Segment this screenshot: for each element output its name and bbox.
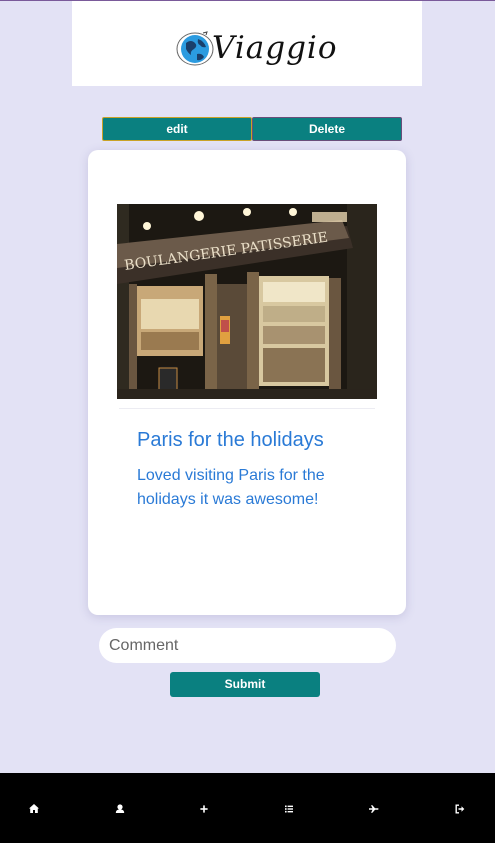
card-divider [119, 408, 375, 409]
delete-button[interactable]: Delete [252, 117, 402, 141]
logout-icon [455, 804, 465, 814]
comment-input[interactable] [99, 628, 396, 663]
home-icon [29, 804, 39, 813]
user-icon [115, 804, 125, 813]
post-photo: BOULANGERIE PATISSERIE [117, 204, 377, 399]
app-logo[interactable]: Viaggio [176, 28, 337, 76]
brand-name: Viaggio [212, 30, 338, 66]
post-title: Paris for the holidays [137, 429, 324, 451]
nav-home[interactable] [24, 799, 44, 819]
post-body: Loved visiting Paris for the holidays it… [137, 467, 325, 508]
nav-logout[interactable] [450, 799, 470, 819]
nav-trips[interactable] [364, 799, 384, 819]
submit-button[interactable]: Submit [170, 672, 320, 697]
nav-profile[interactable] [110, 799, 130, 819]
list-icon [285, 805, 293, 813]
nav-list[interactable] [279, 799, 299, 819]
post-card: BOULANGERIE PATISSERIE Paris for the hol… [88, 150, 406, 615]
nav-add[interactable] [194, 799, 214, 819]
bakery-storefront-image: BOULANGERIE PATISSERIE [117, 204, 377, 399]
bottom-navigation [0, 773, 495, 843]
plane-icon [369, 805, 379, 813]
globe-icon [176, 31, 214, 66]
plus-icon [200, 805, 208, 813]
edit-button[interactable]: edit [102, 117, 252, 141]
